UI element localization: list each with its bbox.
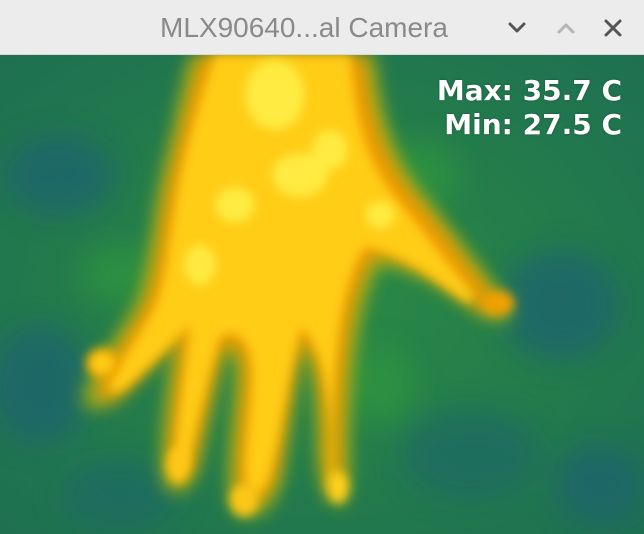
title-bar[interactable]: MLX90640...al Camera [0,0,644,55]
close-icon [603,18,623,38]
chevron-down-icon [507,21,527,35]
min-temperature-label: Min: 27.5 C [444,108,622,141]
app-window: MLX90640...al Camera Max: 35.7 C Min: 27… [0,0,644,534]
close-button[interactable] [597,12,629,44]
window-title: MLX90640...al Camera [160,12,448,43]
minimize-button[interactable] [501,12,533,44]
maximize-button[interactable] [550,12,582,44]
thermal-camera-view: Max: 35.7 C Min: 27.5 C [0,55,644,534]
max-temperature-label: Max: 35.7 C [436,74,622,107]
chevron-up-icon [556,21,576,35]
